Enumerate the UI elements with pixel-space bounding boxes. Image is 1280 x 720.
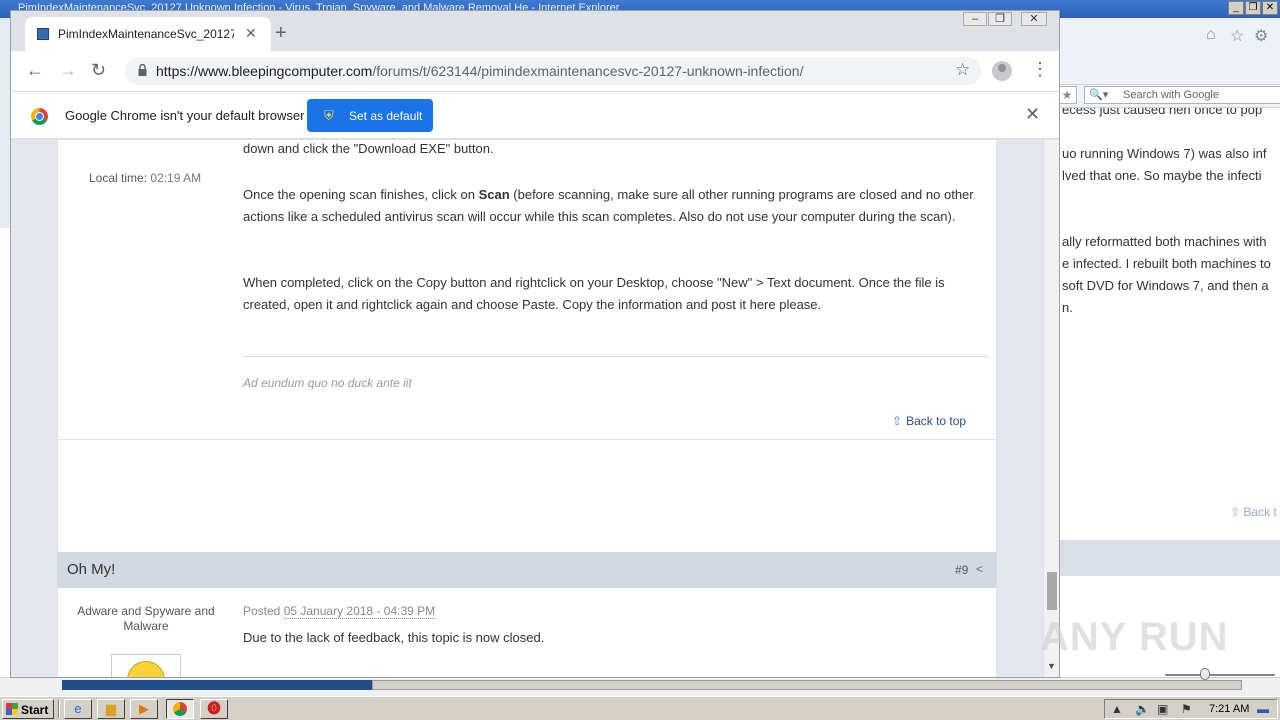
share-icon[interactable]: < [976,562,983,576]
show-desktop-icon[interactable]: ▬ [1257,702,1269,716]
folder-icon[interactable]: ▆ [97,699,125,719]
shield-icon: ⛨ [324,108,334,123]
ie-toolbar: ⌂ ☆ ⚙ [1060,18,1280,86]
system-tray: ▲ 🔈 ▣ ⚑ 7:21 AM ▬ [1104,699,1278,719]
vertical-scrollbar[interactable]: ▼ [1043,140,1059,677]
chrome-logo-icon [31,108,48,125]
antivirus-icon[interactable]: ⓿ [200,699,228,719]
smiley-avatar-icon [127,661,165,677]
chrome-window: PimIndexMaintenanceSvc_20127 Unknown Inf… [10,10,1060,678]
action-center-flag-icon[interactable]: ⚑ [1181,702,1192,716]
forum-post: Adware and Spyware and Malware Posted 05… [57,588,997,677]
browser-tab[interactable]: PimIndexMaintenanceSvc_20127 Unknown Inf… [25,17,271,51]
posted-date: 05 January 2018 - 04:39 PM [283,604,436,619]
network-icon[interactable]: ▣ [1157,702,1168,716]
post-body: Due to the lack of feedback, this topic … [243,630,545,645]
post-text-partial: down and click the "Download EXE" button… [243,141,494,156]
post-signature: Ad eundum quo no duck ante iit [243,376,412,390]
local-time-value: 02:19 AM [150,171,202,185]
default-browser-infobar: Google Chrome isn't your default browser… [11,91,1059,139]
menu-kebab-icon[interactable]: ⋮ [1031,59,1049,79]
page-viewport: down and click the "Download EXE" button… [11,140,1059,677]
windows-logo-icon [6,703,18,715]
post-paragraph-scan: Once the opening scan finishes, click on… [243,187,974,224]
post-paragraph-copy: When completed, click on the Copy button… [243,275,945,312]
forward-arrow-icon[interactable]: → [59,60,77,80]
url-text: https://www.bleepingcomputer.com/forums/… [156,63,804,79]
add-favorite-icon[interactable]: ★ [1057,86,1077,104]
ie-text-line: ally reformatted both machines with [1062,234,1267,249]
ie-left-edge [0,18,10,228]
internet-explorer-icon[interactable]: e [64,699,92,719]
set-as-default-label: Set as default [349,109,423,123]
post-spacer [57,440,997,552]
ie-text-line: uo running Windows 7) was also inf [1062,146,1267,161]
lock-icon [138,64,147,76]
favorites-star-icon[interactable]: ☆ [1230,26,1244,46]
profile-avatar-icon[interactable] [992,61,1012,81]
gear-icon[interactable]: ⚙ [1254,26,1268,46]
back-to-top-link[interactable]: ⇧ Back to top [892,414,966,428]
volume-icon[interactable]: 🔈 [1135,702,1150,716]
forum-post: down and click the "Download EXE" button… [57,140,997,440]
post-number[interactable]: #9 [955,563,968,577]
poster-group: Adware and Spyware and Malware [77,604,215,633]
ie-page-content: ecess just caused hen once to pop uo run… [1060,108,1280,688]
site-favicon-icon [37,28,49,40]
tab-title: PimIndexMaintenanceSvc_20127 Unknown Inf… [58,27,234,41]
signature-divider [243,356,988,357]
posted-date-line: Posted 05 January 2018 - 04:39 PM [243,604,436,619]
ie-search-box[interactable]: 🔍▾ Search with Google [1084,86,1280,104]
scroll-down-arrow-icon[interactable]: ▼ [1047,661,1056,671]
ie-minimize-button[interactable]: _ [1228,1,1244,15]
ie-text-line: n. [1062,300,1073,315]
local-time-label: Local time: [89,171,148,185]
close-window-button[interactable]: ✕ [1021,12,1047,26]
toolbar: ← → ↻ https://www.bleepingcomputer.com/f… [11,51,1059,91]
show-hidden-icons-icon[interactable]: ▲ [1111,702,1123,716]
reload-icon[interactable]: ↻ [91,60,106,80]
scan-keyword: Scan [478,187,510,202]
scrollbar-thumb[interactable] [1047,572,1057,610]
ie-text-line: e infected. I rebuilt both machines to [1062,256,1271,271]
local-time: Local time: 02:19 AM [89,171,201,185]
infobar-message: Google Chrome isn't your default browser [65,108,305,123]
ie-zoom-track[interactable] [1165,674,1275,676]
bookmark-star-icon[interactable]: ☆ [955,60,970,80]
ie-text-line: ecess just caused hen once to pop [1062,108,1263,117]
clock[interactable]: 7:21 AM [1209,703,1249,715]
taskbar-separator [58,700,60,718]
ie-back-to-top-link[interactable]: ⇧ Back t [1230,505,1277,519]
ie-close-button[interactable]: ✕ [1262,1,1278,15]
infobar-close-icon[interactable]: ✕ [1025,104,1040,125]
restore-button[interactable]: ❐ [988,12,1012,26]
search-icon: 🔍▾ [1089,89,1109,101]
new-tab-button[interactable]: + [275,23,287,43]
home-icon[interactable]: ⌂ [1206,26,1216,44]
poster-avatar[interactable] [111,654,181,677]
chrome-taskbar-icon[interactable] [166,699,194,719]
back-arrow-icon[interactable]: ← [26,60,44,80]
tab-close-icon[interactable]: ✕ [245,25,257,42]
ie-scrollbar-thumb[interactable] [372,680,1242,690]
up-arrow-icon: ⇧ [892,414,903,428]
ie-zoom-slider[interactable] [1200,668,1210,680]
minimize-button[interactable]: – [963,12,987,26]
ie-text-line: lved that one. So maybe the infecti [1062,168,1262,183]
media-player-icon[interactable]: ▶ [130,699,158,719]
ie-search-placeholder: Search with Google [1123,89,1219,101]
set-as-default-button[interactable]: ⛨ Set as default [307,99,433,132]
ie-text-line: soft DVD for Windows 7, and then a [1062,278,1269,293]
anyrun-watermark: ANY RUN [1040,615,1229,659]
taskbar: Start e ▆ ▶ ⓿ ▲ 🔈 ▣ ⚑ 7:21 AM ▬ [0,696,1280,720]
ie-post-header-strip [1060,540,1280,576]
ie-restore-button[interactable]: ❐ [1245,1,1261,15]
address-bar[interactable]: https://www.bleepingcomputer.com/forums/… [125,57,981,85]
post-header: Oh My! #9 < [57,552,997,588]
poster-name[interactable]: Oh My! [67,561,115,578]
start-button[interactable]: Start [2,699,54,719]
